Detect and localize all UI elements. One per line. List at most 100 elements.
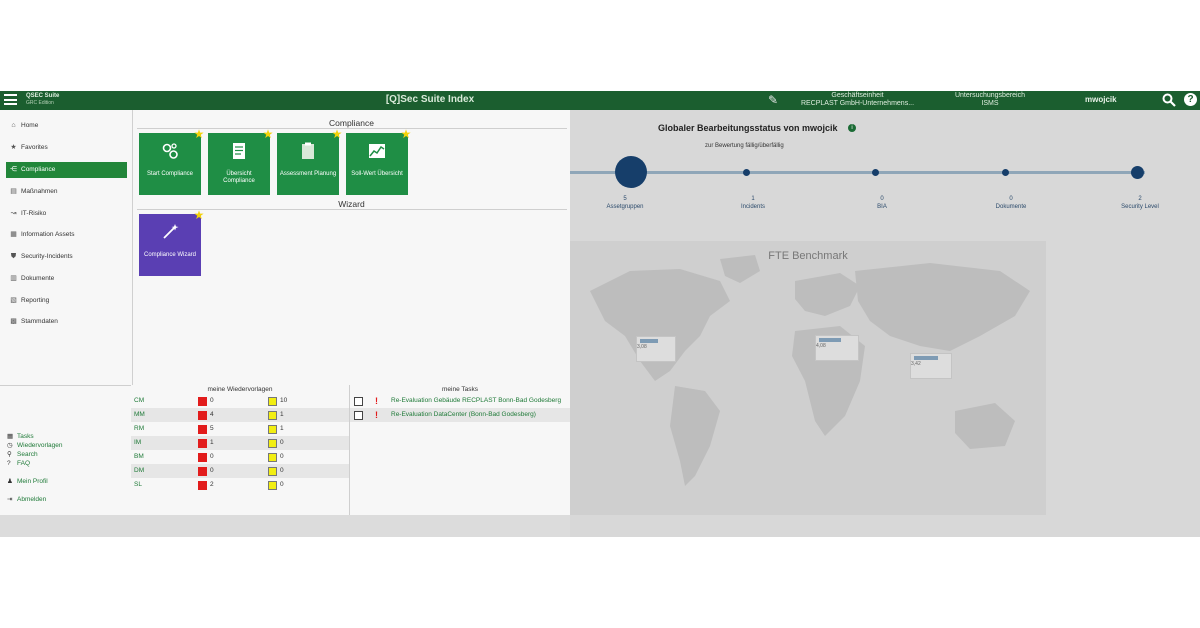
logout-icon: ⇥ <box>7 496 13 503</box>
table-row[interactable]: DM 0 0 <box>131 464 349 478</box>
row-code: MM <box>134 411 145 418</box>
sidebar-item-massnahmen[interactable]: ▤ Maßnahmen <box>6 184 127 200</box>
risk-icon: ↝ <box>10 210 17 217</box>
tasks-header: meine Tasks <box>441 386 478 393</box>
quicklink-search[interactable]: ⚲ Search <box>7 450 38 459</box>
timeline-node-dokumente[interactable] <box>1002 169 1009 176</box>
table-row[interactable]: MM 4 1 <box>131 408 349 422</box>
quicklink-tasks[interactable]: ▦ Tasks <box>7 432 34 441</box>
stat-assetgruppen: 5 Assetgruppen <box>585 195 665 211</box>
task-checkbox[interactable] <box>354 397 363 406</box>
table-row[interactable]: SL 2 0 <box>131 478 349 492</box>
map-marker-north-america[interactable]: 3,08 <box>636 336 676 362</box>
logo-subtitle: GRC Edition <box>26 100 54 106</box>
stat-count: 0 <box>1009 196 1013 202</box>
tile-label: Assessment Planung <box>279 171 337 177</box>
tile-uebersicht-compliance[interactable]: Übersicht Compliance ★ <box>208 128 273 195</box>
favorite-star-icon[interactable]: ★ <box>193 128 205 140</box>
stat-security-level: 2 Security Level <box>1100 195 1180 211</box>
profile-link[interactable]: ♟ Mein Profil <box>7 477 48 486</box>
sidebar-item-security-incidents[interactable]: ⛊ Security-Incidents <box>6 249 127 265</box>
due-indicator <box>268 467 277 476</box>
due-indicator <box>268 411 277 420</box>
sidebar-item-label: Dokumente <box>21 275 55 282</box>
sidebar-item-reporting[interactable]: ▧ Reporting <box>6 293 127 309</box>
timeline-node-incidents[interactable] <box>743 169 750 176</box>
sidebar-item-compliance[interactable]: ⋲ Compliance <box>6 162 127 178</box>
sidebar-item-stammdaten[interactable]: ▩ Stammdaten <box>6 314 127 330</box>
favorite-star-icon[interactable]: ★ <box>400 128 412 140</box>
row-code: SL <box>134 481 142 488</box>
shield-icon: ⛊ <box>10 253 17 260</box>
tile-compliance-wizard[interactable]: Compliance Wizard ★ <box>139 209 204 276</box>
task-link[interactable]: Re-Evaluation Gebäude RECPLAST Bonn-Bad … <box>391 394 567 408</box>
due-count: 0 <box>280 467 284 474</box>
table-row[interactable]: BM 0 0 <box>131 450 349 464</box>
table-row[interactable]: CM 0 10 <box>131 394 349 408</box>
table-row[interactable]: RM 5 1 <box>131 422 349 436</box>
timeline-node-assetgruppen[interactable] <box>615 156 647 188</box>
overdue-count: 0 <box>210 397 214 404</box>
overdue-indicator <box>198 425 207 434</box>
south-america-shape <box>670 386 720 486</box>
task-row[interactable]: ! Re-Evaluation Gebäude RECPLAST Bonn-Ba… <box>350 394 570 408</box>
timeline-node-bia[interactable] <box>872 169 879 176</box>
due-indicator <box>268 439 277 448</box>
due-count: 1 <box>280 425 284 432</box>
scope-value: ISMS <box>981 100 999 107</box>
pencil-icon[interactable]: ✎ <box>768 94 782 107</box>
info-icon[interactable]: i <box>848 124 856 132</box>
task-row[interactable]: ! Re-Evaluation DataCenter (Bonn-Bad God… <box>350 408 570 422</box>
tile-start-compliance[interactable]: Start Compliance ★ <box>139 128 204 195</box>
help-icon[interactable]: ? <box>1184 93 1197 106</box>
map-marker-asia[interactable]: 3,42 <box>910 353 952 379</box>
row-code: DM <box>134 467 145 474</box>
stat-incidents: 1 Incidents <box>713 195 793 211</box>
tile-assessment-planung[interactable]: Assessment Planung ★ <box>277 128 342 195</box>
due-count: 10 <box>280 397 288 404</box>
favorite-star-icon[interactable]: ★ <box>262 128 274 140</box>
map-marker-value: 3,42 <box>911 361 921 367</box>
overdue-indicator <box>198 439 207 448</box>
stat-label: Dokumente <box>995 204 1027 210</box>
map-marker-europe[interactable]: 4,08 <box>815 335 859 361</box>
tile-label: Übersicht Compliance <box>223 171 255 184</box>
search-icon[interactable] <box>1162 93 1176 107</box>
sidebar-item-dokumente[interactable]: ▥ Dokumente <box>6 271 127 287</box>
overdue-indicator <box>198 411 207 420</box>
table-row[interactable]: IM 1 0 <box>131 436 349 450</box>
quicklink-wiedervorlagen[interactable]: ◷ Wiedervorlagen <box>7 441 63 450</box>
stat-count: 2 <box>1138 196 1142 202</box>
business-unit-value: RECPLAST GmbH-Unternehmens... <box>800 100 915 107</box>
due-count: 0 <box>280 439 284 446</box>
sidebar-item-label: Security-Incidents <box>21 253 73 260</box>
sidebar-item-information-assets[interactable]: ▦ Information Assets <box>6 227 127 243</box>
profile-label: Mein Profil <box>17 478 48 485</box>
search-icon: ⚲ <box>7 451 12 458</box>
stat-bia: 0 BIA <box>842 195 922 211</box>
due-count: 1 <box>280 411 284 418</box>
hamburger-menu-icon[interactable] <box>4 94 17 107</box>
tile-soll-wert-uebersicht[interactable]: Soll-Wert Übersicht ★ <box>346 128 411 195</box>
sidebar-item-it-risiko[interactable]: ↝ IT-Risiko <box>6 206 127 222</box>
priority-exclamation-icon: ! <box>375 396 378 406</box>
quicklink-faq[interactable]: ? FAQ <box>7 459 30 468</box>
map-marker-value: 4,08 <box>816 343 826 349</box>
stat-label: BIA <box>877 204 887 210</box>
user-menu[interactable]: mwojcik <box>1085 95 1117 104</box>
business-unit-selector[interactable]: Geschäftseinheit RECPLAST GmbH-Unternehm… <box>790 92 925 108</box>
navigation-overlay: ⌂ Home ★ Favorites ⋲ Compliance ▤ Maßnahmen … <box>0 110 570 515</box>
sidebar-item-favorites[interactable]: ★ Favorites <box>6 140 127 156</box>
logout-link[interactable]: ⇥ Abmelden <box>7 495 46 504</box>
timeline-node-security-level[interactable] <box>1131 166 1144 179</box>
overdue-count: 0 <box>210 467 214 474</box>
task-link[interactable]: Re-Evaluation DataCenter (Bonn-Bad Godes… <box>391 408 567 422</box>
task-checkbox[interactable] <box>354 411 363 420</box>
scope-selector[interactable]: Untersuchungsbereich ISMS <box>935 92 1045 108</box>
overdue-count: 4 <box>210 411 214 418</box>
business-unit-label: Geschäftseinheit <box>831 92 884 99</box>
favorite-star-icon[interactable]: ★ <box>193 209 205 221</box>
due-count: 0 <box>280 481 284 488</box>
sidebar-item-home[interactable]: ⌂ Home <box>6 118 127 134</box>
favorite-star-icon[interactable]: ★ <box>331 128 343 140</box>
